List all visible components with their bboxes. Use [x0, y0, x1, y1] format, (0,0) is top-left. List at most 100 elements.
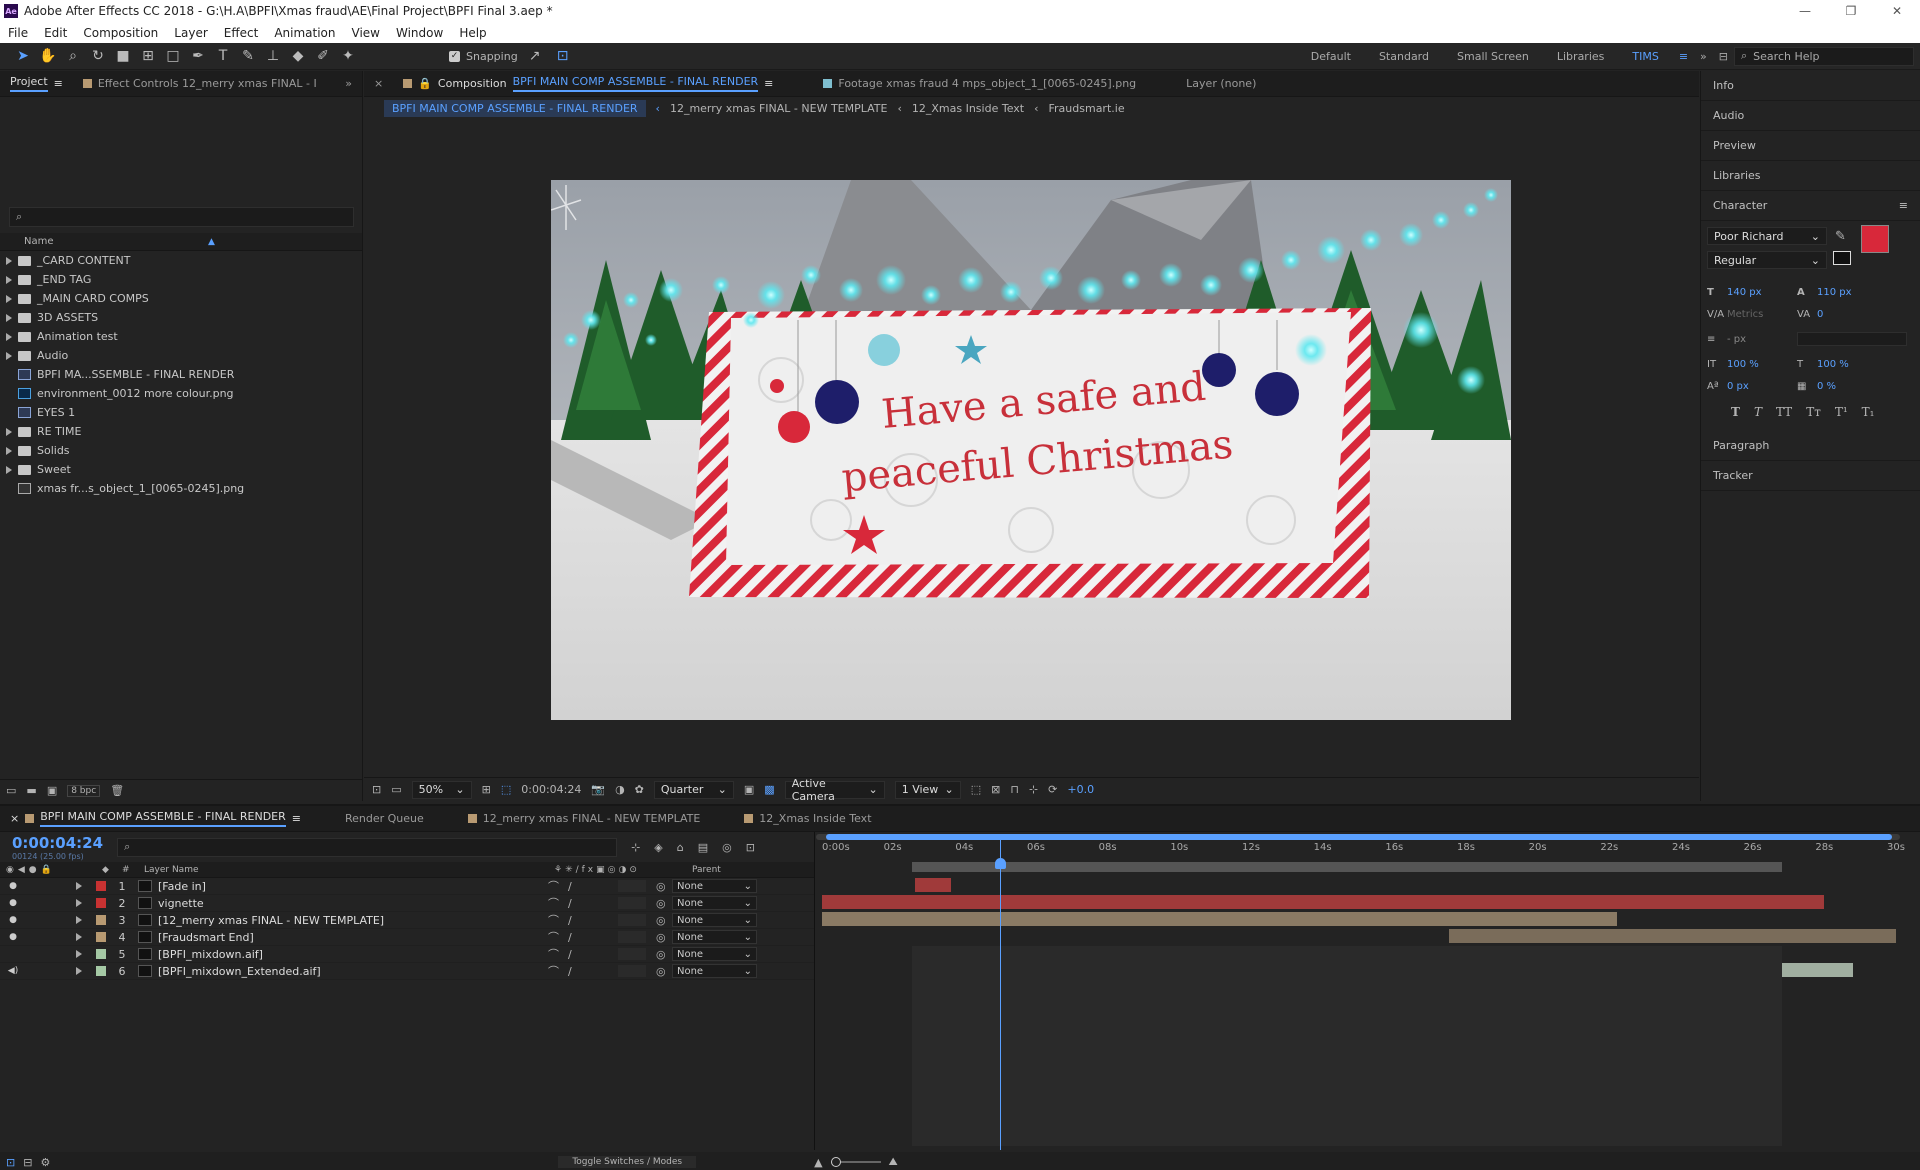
tab-project[interactable]: Project ≡ — [0, 75, 73, 92]
zoom-tool-icon[interactable]: ⌕ — [62, 46, 84, 66]
project-item[interactable]: BPFI MA...SSEMBLE - FINAL RENDER — [0, 365, 362, 384]
visibility-toggle-icon[interactable]: ● — [6, 915, 20, 925]
toggle-switches-modes-button[interactable]: Toggle Switches / Modes — [558, 1156, 697, 1168]
project-item[interactable]: _MAIN CARD COMPS — [0, 289, 362, 308]
puppet-pin-tool-icon[interactable]: ✦ — [337, 46, 359, 66]
layer-expand-triangle-icon[interactable] — [76, 933, 82, 941]
small-caps-button[interactable]: Tт — [1806, 405, 1821, 419]
layer-row[interactable]: ◀) 6 [BPFI_mixdown_Extended.aif] ⌒ ∕ ◎ None ⌄ — [0, 963, 814, 980]
parent-dropdown[interactable]: None ⌄ — [672, 896, 757, 910]
layer-name[interactable]: [BPFI_mixdown.aif] — [158, 948, 548, 961]
pick-whip-icon[interactable]: ◎ — [656, 948, 672, 961]
delete-icon[interactable]: 🗑 — [110, 784, 124, 797]
motion-blur-icon[interactable]: ◎ — [722, 841, 732, 854]
in-out-toggle-icon[interactable]: ⚙ — [40, 1156, 50, 1169]
layer-label-color[interactable] — [96, 966, 106, 976]
panel-menu-icon[interactable]: ≡ — [292, 812, 301, 825]
workspace-small-screen[interactable]: Small Screen — [1443, 50, 1543, 63]
shy-switch-icon[interactable]: ⌒ — [548, 895, 568, 911]
tab-footage[interactable]: Footage xmas fraud 4 mps_object_1_[0065-… — [813, 77, 1146, 90]
layer-name-header[interactable]: Layer Name — [144, 865, 554, 875]
pick-whip-icon[interactable]: ◎ — [656, 880, 672, 893]
menu-layer[interactable]: Layer — [166, 26, 215, 40]
layer-duration-bar[interactable] — [822, 895, 1825, 909]
pick-whip-icon[interactable]: ◎ — [656, 897, 672, 910]
magnification-dropdown[interactable]: 50% ⌄ — [411, 780, 472, 799]
zoom-in-icon[interactable]: ⛰ — [889, 1155, 898, 1169]
breadcrumb-xmas-inside-text[interactable]: 12_Xmas Inside Text — [912, 102, 1024, 115]
paragraph-panel-header[interactable]: Paragraph — [1701, 431, 1920, 461]
expand-triangle-icon[interactable] — [6, 313, 12, 322]
layer-duration-bar[interactable] — [822, 912, 1617, 926]
breadcrumb-fraudsmart[interactable]: Fraudsmart.ie — [1049, 102, 1125, 115]
layer-row[interactable]: 5 [BPFI_mixdown.aif] ⌒ ∕ ◎ None ⌄ — [0, 946, 814, 963]
timeline-tab[interactable]: 12_merry xmas FINAL - NEW TEMPLATE — [458, 812, 711, 825]
expand-triangle-icon[interactable] — [6, 427, 12, 436]
layer-expand-triangle-icon[interactable] — [76, 916, 82, 924]
layer-duration-bar[interactable] — [1448, 929, 1896, 943]
project-column-header[interactable]: Name ▲ — [0, 233, 362, 251]
menu-help[interactable]: Help — [451, 26, 494, 40]
graph-editor-icon[interactable]: ⊡ — [746, 841, 755, 854]
layer-switch-box[interactable] — [618, 931, 646, 943]
visibility-toggle-icon[interactable]: ● — [6, 898, 20, 908]
layer-expand-triangle-icon[interactable] — [76, 899, 82, 907]
menu-file[interactable]: File — [0, 26, 36, 40]
layer-row[interactable]: ● 2 vignette ⌒ ∕ ◎ None ⌄ — [0, 895, 814, 912]
always-preview-icon[interactable]: ⊡ — [372, 783, 381, 796]
close-comp-tab-icon[interactable]: × — [364, 77, 393, 90]
new-folder-icon[interactable]: ▬ — [26, 784, 36, 797]
shy-switch-icon[interactable]: ⌒ — [548, 929, 568, 945]
breadcrumb-merry-xmas[interactable]: 12_merry xmas FINAL - NEW TEMPLATE — [670, 102, 888, 115]
layer-switch-box[interactable] — [618, 914, 646, 926]
project-item[interactable]: environment_0012 more colour.png — [0, 384, 362, 403]
new-composition-icon[interactable]: ▣ — [47, 784, 57, 797]
quality-switch-icon[interactable]: ∕ — [568, 914, 618, 927]
menu-edit[interactable]: Edit — [36, 26, 75, 40]
close-tab-icon[interactable]: × — [10, 812, 19, 825]
tab-effect-controls[interactable]: Effect Controls 12_merry xmas FINAL - I — [73, 77, 327, 90]
draft-3d-icon[interactable]: ◈ — [654, 841, 662, 854]
tsume-value[interactable]: 0 % — [1817, 381, 1877, 392]
pick-whip-icon[interactable]: ◎ — [656, 965, 672, 978]
pen-tool-icon[interactable]: ✒ — [187, 46, 209, 66]
workspace-menu-icon[interactable]: ≡ — [1673, 50, 1694, 63]
exposure-value[interactable]: +0.0 — [1067, 783, 1094, 796]
font-style-dropdown[interactable]: Regular ⌄ — [1707, 251, 1827, 269]
layer-label-color[interactable] — [96, 898, 106, 908]
tab-composition[interactable]: 🔒 Composition BPFI MAIN COMP ASSEMBLE - … — [393, 75, 783, 92]
region-of-interest-icon[interactable]: ▣ — [744, 783, 754, 796]
character-panel-header[interactable]: Character ≡ — [1701, 191, 1920, 221]
resolution-dropdown[interactable]: Quarter ⌄ — [653, 780, 734, 799]
pick-whip-icon[interactable]: ◎ — [656, 931, 672, 944]
panel-menu-icon[interactable]: ≡ — [54, 77, 63, 90]
layer-expand-triangle-icon[interactable] — [76, 967, 82, 975]
layer-name[interactable]: [BPFI_mixdown_Extended.aif] — [158, 965, 548, 978]
shy-switch-icon[interactable]: ⌒ — [548, 878, 568, 894]
kerning-value[interactable]: Metrics — [1727, 309, 1797, 320]
project-item[interactable]: EYES 1 — [0, 403, 362, 422]
project-item[interactable]: _END TAG — [0, 270, 362, 289]
lock-icon[interactable]: 🔒 — [418, 77, 432, 90]
mask-visibility-icon[interactable]: ⬚ — [501, 783, 511, 796]
faux-bold-button[interactable]: T — [1731, 405, 1740, 419]
timeline-tab[interactable]: × BPFI MAIN COMP ASSEMBLE - FINAL RENDER ≡ — [0, 810, 311, 827]
project-item[interactable]: Audio — [0, 346, 362, 365]
time-graph[interactable]: 0:00s 02s 04s 06s 08s 10s 12s 14s 16s 18s 20s 22s 24… — [816, 832, 1920, 1150]
preview-panel-header[interactable]: Preview — [1701, 131, 1920, 161]
workspace-overflow-icon[interactable]: » — [1694, 50, 1713, 63]
layer-search-input[interactable]: ⌕ — [117, 837, 618, 857]
reset-exposure-icon[interactable]: ⟳ — [1048, 783, 1057, 796]
menu-view[interactable]: View — [344, 26, 388, 40]
project-item[interactable]: Animation test — [0, 327, 362, 346]
layer-name[interactable]: [12_merry xmas FINAL - NEW TEMPLATE] — [158, 914, 548, 927]
libraries-panel-header[interactable]: Libraries — [1701, 161, 1920, 191]
layer-switch-box[interactable] — [618, 880, 646, 892]
font-family-dropdown[interactable]: Poor Richard ⌄ — [1707, 227, 1827, 245]
stroke-style-dropdown[interactable] — [1797, 332, 1907, 346]
work-area-bar[interactable] — [912, 862, 1782, 872]
camera-dropdown[interactable]: Active Camera ⌄ — [784, 777, 885, 803]
roto-brush-tool-icon[interactable]: ✐ — [312, 46, 334, 66]
snap-options-icon[interactable]: ↗ — [524, 46, 546, 66]
project-item[interactable]: _CARD CONTENT — [0, 251, 362, 270]
